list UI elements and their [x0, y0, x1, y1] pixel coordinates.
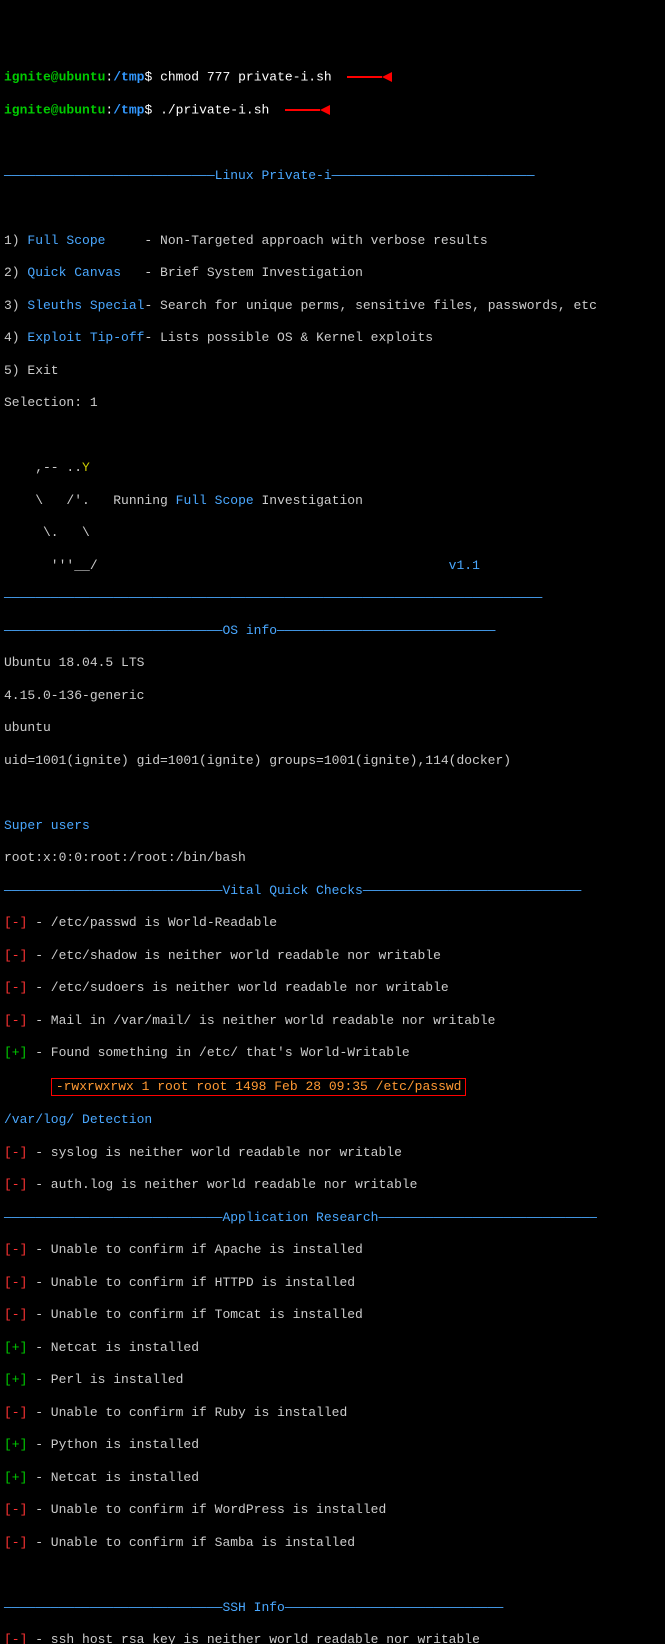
check-line: [-] - Unable to confirm if Tomcat is ins…: [4, 1307, 661, 1323]
kernel-line: 4.15.0-136-generic: [4, 688, 661, 704]
status-badge: [-]: [4, 948, 27, 963]
status-badge: [-]: [4, 1307, 27, 1322]
status-badge: [-]: [4, 915, 27, 930]
found-line: -rwxrwxrwx 1 root root 1498 Feb 28 09:35…: [4, 1078, 661, 1096]
status-badge: [-]: [4, 1632, 27, 1644]
status-badge: [+]: [4, 1437, 27, 1452]
check-line: [+] - Found something in /etc/ that's Wo…: [4, 1045, 661, 1061]
check-line: [+] - Perl is installed: [4, 1372, 661, 1388]
section-vld: /var/log/ Detection: [4, 1112, 661, 1128]
menu-item-2: 2) Quick Canvas - Brief System Investiga…: [4, 265, 661, 281]
status-badge: [-]: [4, 1275, 27, 1290]
check-line: [-] - ssh_host_rsa_key is neither world …: [4, 1632, 661, 1644]
command-chmod[interactable]: chmod 777 private-i.sh: [160, 70, 332, 85]
check-line: [-] - Unable to confirm if Ruby is insta…: [4, 1405, 661, 1421]
check-line: [-] - Unable to confirm if HTTPD is inst…: [4, 1275, 661, 1291]
version-label: v1.1: [98, 558, 480, 573]
menu-item-1: 1) Full Scope - Non-Targeted approach wi…: [4, 233, 661, 249]
status-badge: [+]: [4, 1045, 27, 1060]
command-run[interactable]: ./private-i.sh: [160, 103, 269, 118]
status-badge: [-]: [4, 1535, 27, 1550]
check-line: [-] - /etc/shadow is neither world reada…: [4, 948, 661, 964]
selection-input[interactable]: Selection: 1: [4, 395, 661, 411]
check-line: [+] - Netcat is installed: [4, 1470, 661, 1486]
prompt-user: ignite@ubuntu: [4, 70, 105, 85]
status-badge: [-]: [4, 980, 27, 995]
check-line: [-] - /etc/passwd is World-Readable: [4, 915, 661, 931]
section-ssh: ————————————————————————————SSH Info————…: [4, 1600, 661, 1616]
section-app: ————————————————————————————Application …: [4, 1210, 661, 1226]
status-badge: [-]: [4, 1145, 27, 1160]
check-line: [-] - /etc/sudoers is neither world read…: [4, 980, 661, 996]
hostname-line: ubuntu: [4, 720, 661, 736]
super-users-value: root:x:0:0:root:/root:/bin/bash: [4, 850, 661, 866]
highlight-box: -rwxrwxrwx 1 root root 1498 Feb 28 09:35…: [51, 1078, 467, 1096]
prompt-line-2: ignite@ubuntu:/tmp$ ./private-i.sh: [4, 102, 661, 119]
menu-item-4: 4) Exploit Tip-off- Lists possible OS & …: [4, 330, 661, 346]
os-line: Ubuntu 18.04.5 LTS: [4, 655, 661, 671]
status-badge: [-]: [4, 1502, 27, 1517]
check-line: [-] - Unable to confirm if Apache is ins…: [4, 1242, 661, 1258]
check-line: [-] - Unable to confirm if Samba is inst…: [4, 1535, 661, 1551]
prompt-line-1: ignite@ubuntu:/tmp$ chmod 777 private-i.…: [4, 69, 661, 86]
check-line: [-] - Mail in /var/mail/ is neither worl…: [4, 1013, 661, 1029]
status-badge: [-]: [4, 1013, 27, 1028]
menu-item-3: 3) Sleuths Special- Search for unique pe…: [4, 298, 661, 314]
status-badge: [+]: [4, 1340, 27, 1355]
ascii-art: ,-- ..Y: [4, 460, 661, 476]
check-line: [-] - Unable to confirm if WordPress is …: [4, 1502, 661, 1518]
status-badge: [+]: [4, 1470, 27, 1485]
status-badge: [-]: [4, 1242, 27, 1257]
section-vqc: ————————————————————————————Vital Quick …: [4, 883, 661, 899]
status-badge: [-]: [4, 1405, 27, 1420]
arrow-annotation-1: [347, 69, 392, 85]
check-line: [-] - auth.log is neither world readable…: [4, 1177, 661, 1193]
status-badge: [-]: [4, 1177, 27, 1192]
arrow-annotation-2: [285, 102, 330, 118]
check-line: [-] - syslog is neither world readable n…: [4, 1145, 661, 1161]
section-os-info: ————————————————————————————OS info—————…: [4, 623, 661, 639]
id-line: uid=1001(ignite) gid=1001(ignite) groups…: [4, 753, 661, 769]
super-users-title: Super users: [4, 818, 661, 834]
check-line: [+] - Python is installed: [4, 1437, 661, 1453]
menu-item-5: 5) Exit: [4, 363, 661, 379]
prompt-path: /tmp: [113, 70, 144, 85]
header-title: ———————————————————————————Linux Private…: [4, 168, 661, 184]
status-badge: [+]: [4, 1372, 27, 1387]
check-line: [+] - Netcat is installed: [4, 1340, 661, 1356]
